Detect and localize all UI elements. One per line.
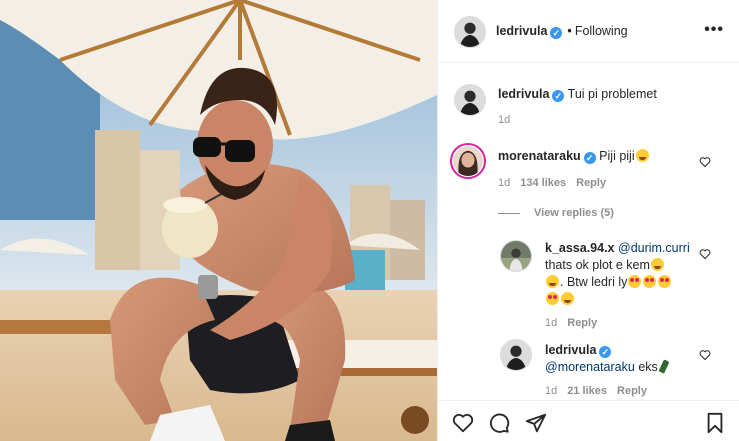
reply-1: k_assa.94.x @durim.curri thats ok plot e… bbox=[545, 240, 695, 308]
bookmark-icon[interactable] bbox=[704, 412, 726, 434]
reply-1-reply-button[interactable]: Reply bbox=[567, 317, 597, 329]
heart-eyes-face-icon bbox=[658, 275, 672, 288]
heart-icon[interactable] bbox=[452, 412, 474, 434]
avatar-image bbox=[501, 241, 531, 271]
reply-2: ledrivula ✓ @morenataraku eks bbox=[545, 342, 695, 376]
reply-1-username[interactable]: k_assa.94.x bbox=[545, 241, 615, 255]
reply-1-text-line2: . Btw ledri ly bbox=[560, 275, 628, 289]
view-replies-button[interactable]: View replies (5) bbox=[498, 207, 614, 219]
laughing-face-icon bbox=[635, 149, 649, 162]
reply-1-time[interactable]: 1d bbox=[545, 317, 557, 329]
comment-1-username[interactable]: morenataraku bbox=[498, 149, 581, 163]
champagne-bottle-icon bbox=[658, 359, 670, 374]
view-replies-label: View replies (5) bbox=[534, 207, 614, 219]
author-avatar[interactable] bbox=[454, 16, 486, 48]
follow-status[interactable]: Following bbox=[575, 24, 628, 38]
verified-badge-icon: ✓ bbox=[599, 346, 612, 358]
action-bar bbox=[438, 400, 739, 441]
photo-illustration bbox=[0, 0, 437, 441]
author-username-row: ledrivula ✓ • Following bbox=[496, 24, 628, 39]
verified-badge-icon: ✓ bbox=[583, 152, 596, 164]
comment-1: morenataraku ✓ Piji piji bbox=[498, 148, 650, 165]
reply-1-meta: 1d Reply bbox=[545, 317, 607, 329]
author-username[interactable]: ledrivula bbox=[496, 24, 547, 38]
comment-1-meta: 1d 134 likes Reply bbox=[498, 177, 616, 189]
more-options-button[interactable]: ••• bbox=[704, 22, 724, 38]
post-sidebar: ledrivula ✓ • Following ••• ledrivula ✓ Tui … bbox=[437, 0, 739, 441]
avatar-image bbox=[455, 85, 485, 115]
caption-meta: 1d bbox=[498, 114, 520, 126]
caption-avatar[interactable] bbox=[454, 84, 486, 116]
commenter-avatar-k-assa[interactable] bbox=[500, 240, 532, 272]
caption-time[interactable]: 1d bbox=[498, 114, 510, 126]
replies-divider-line bbox=[498, 212, 520, 214]
reply-1-text-line1: thats ok plot e kem bbox=[545, 258, 650, 272]
reply-2-likes[interactable]: 21 likes bbox=[567, 385, 607, 397]
reply-2-reply-button[interactable]: Reply bbox=[617, 385, 647, 397]
comment-1-time[interactable]: 1d bbox=[498, 177, 510, 189]
comment-1-reply-button[interactable]: Reply bbox=[576, 177, 606, 189]
verified-badge-icon: ✓ bbox=[552, 90, 565, 102]
commenter-avatar-morenataraku[interactable] bbox=[450, 143, 486, 179]
laughing-face-icon bbox=[650, 258, 664, 271]
post-photo[interactable] bbox=[0, 0, 437, 441]
reply-2-meta: 1d 21 likes Reply bbox=[545, 385, 657, 397]
caption-username[interactable]: ledrivula bbox=[498, 87, 549, 101]
avatar-image bbox=[453, 146, 483, 176]
reply-1-first-line: k_assa.94.x @durim.curri bbox=[545, 241, 690, 255]
heart-eyes-face-icon bbox=[546, 292, 559, 305]
laughing-face-icon bbox=[561, 292, 574, 305]
heart-eyes-face-icon bbox=[643, 275, 657, 288]
reply-1-like-heart-icon[interactable] bbox=[699, 248, 711, 260]
comment-1-likes[interactable]: 134 likes bbox=[520, 177, 566, 189]
separator-dot: • bbox=[567, 24, 572, 38]
reply-2-text: eks bbox=[638, 360, 658, 374]
verified-badge-icon: ✓ bbox=[550, 27, 563, 39]
comment-1-text: Piji piji bbox=[599, 149, 635, 163]
laughing-face-icon bbox=[546, 275, 559, 288]
reply-2-like-heart-icon[interactable] bbox=[699, 349, 711, 361]
caption-text: Tui pi problemet bbox=[567, 87, 657, 101]
commenter-avatar-ledrivula[interactable] bbox=[500, 339, 532, 371]
share-icon[interactable] bbox=[525, 412, 547, 434]
reply-2-mention[interactable]: @morenataraku bbox=[545, 360, 635, 374]
reply-1-mention[interactable]: @durim.curri bbox=[618, 241, 690, 255]
heart-eyes-face-icon bbox=[628, 275, 642, 288]
caption: ledrivula ✓ Tui pi problemet bbox=[498, 86, 657, 103]
reply-2-time[interactable]: 1d bbox=[545, 385, 557, 397]
reply-2-username[interactable]: ledrivula bbox=[545, 343, 596, 357]
comment-icon[interactable] bbox=[488, 412, 510, 434]
comment-1-like-heart-icon[interactable] bbox=[699, 156, 711, 168]
avatar-image bbox=[501, 340, 531, 370]
post-header: ledrivula ✓ • Following ••• bbox=[438, 0, 739, 63]
avatar-image bbox=[455, 17, 485, 47]
